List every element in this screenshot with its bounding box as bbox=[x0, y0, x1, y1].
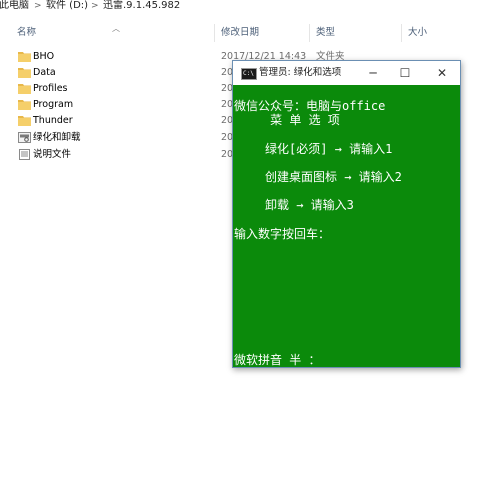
breadcrumb: 此电脑 > 软件 (D:) > 迅雷.9.1.45.982 bbox=[0, 0, 480, 14]
console-app-icon: C:\ bbox=[241, 68, 257, 80]
folder-icon bbox=[18, 83, 31, 97]
console-line: 微信公众号：电脑与office bbox=[234, 99, 386, 113]
breadcrumb-folder[interactable]: 迅雷.9.1.45.982 bbox=[103, 0, 180, 12]
text-file-icon bbox=[18, 149, 31, 163]
console-line: 绿化[必须] → 请输入1 bbox=[265, 142, 393, 156]
file-name: 绿化和卸载 bbox=[33, 132, 81, 143]
column-header: ︿ 名称 修改日期 类型 大小 bbox=[0, 24, 480, 42]
console-title-bar[interactable]: C:\ 管理员: 绿化和选项 ─ ☐ ✕ bbox=[233, 61, 460, 85]
column-divider[interactable] bbox=[214, 24, 215, 42]
column-divider[interactable] bbox=[401, 24, 402, 42]
console-line: 卸载 → 请输入3 bbox=[265, 198, 354, 212]
console-title: 管理员: 绿化和选项 bbox=[259, 67, 342, 78]
file-name: Thunder bbox=[33, 115, 73, 126]
column-name[interactable]: 名称 bbox=[17, 24, 36, 42]
breadcrumb-separator[interactable]: > bbox=[34, 0, 42, 12]
console-prompt: 输入数字按回车： bbox=[234, 227, 331, 241]
folder-icon bbox=[18, 51, 31, 65]
folder-icon bbox=[18, 67, 31, 81]
sort-up-icon: ︿ bbox=[112, 24, 120, 33]
console-body[interactable]: 微信公众号：电脑与office 菜 单 选 项 绿化[必须] → 请输入1 创建… bbox=[233, 85, 460, 367]
file-name: Program bbox=[33, 99, 74, 110]
breadcrumb-this-pc[interactable]: 此电脑 bbox=[0, 0, 29, 12]
folder-icon bbox=[18, 115, 31, 129]
console-window[interactable]: C:\ 管理员: 绿化和选项 ─ ☐ ✕ 微信公众号：电脑与office 菜 单… bbox=[232, 60, 461, 368]
file-name: BHO bbox=[33, 51, 55, 62]
column-divider[interactable] bbox=[309, 24, 310, 42]
column-date[interactable]: 修改日期 bbox=[221, 24, 259, 42]
breadcrumb-separator[interactable]: > bbox=[91, 0, 99, 12]
minimize-button[interactable]: ─ bbox=[356, 61, 390, 85]
breadcrumb-drive-d[interactable]: 软件 (D:) bbox=[46, 0, 88, 12]
console-line: 菜 单 选 项 bbox=[234, 113, 340, 127]
file-name: Data bbox=[33, 67, 56, 78]
maximize-button[interactable]: ☐ bbox=[388, 61, 422, 85]
file-name: Profiles bbox=[33, 83, 68, 94]
folder-icon bbox=[18, 99, 31, 113]
ime-status: 微软拼音 半 ： bbox=[234, 353, 321, 367]
file-name: 说明文件 bbox=[33, 149, 72, 160]
column-type[interactable]: 类型 bbox=[316, 24, 335, 42]
console-line: 创建桌面图标 → 请输入2 bbox=[265, 170, 402, 184]
column-size[interactable]: 大小 bbox=[408, 24, 427, 42]
close-button[interactable]: ✕ bbox=[425, 61, 459, 85]
batch-file-icon bbox=[18, 132, 31, 146]
